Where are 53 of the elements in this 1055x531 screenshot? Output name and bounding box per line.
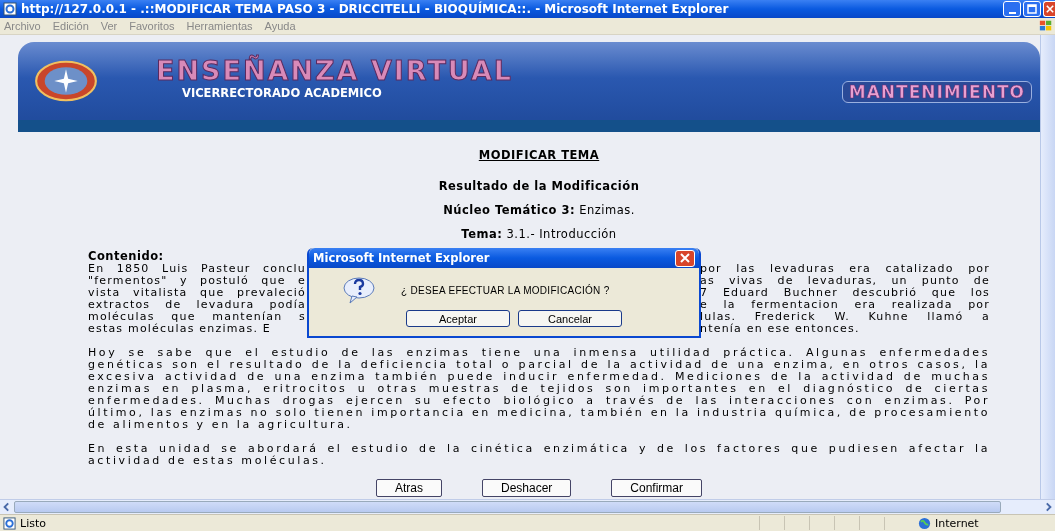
paragraph-text: lulas. Frederick W. Kuhne llamó a [700, 311, 990, 323]
form-button[interactable]: Atras [375, 479, 442, 497]
horizontal-scrollbar[interactable] [0, 499, 1055, 514]
page-heading: MODIFICAR TEMA [477, 148, 601, 162]
menu-item[interactable]: Ver [100, 20, 124, 32]
minimize-button[interactable] [1003, 1, 1021, 17]
paragraph-text: "fermentos" y postuló que e [88, 275, 306, 287]
content-label: Contenido: [88, 249, 164, 263]
menu-item[interactable]: Edición [52, 20, 95, 32]
paragraph-text: ntenía en ese entonces. [700, 323, 861, 335]
paragraph-text: moléculas que mantenían s [88, 311, 306, 323]
globe-icon [918, 516, 931, 530]
paragraph-text: extractos de levadura podía [88, 299, 306, 311]
minimize-icon [1008, 11, 1016, 14]
topic-title: Tema: 3.1.- Introducción [460, 227, 618, 241]
paragraph-text: 7 Eduard Buchner descubrió que los [700, 287, 990, 299]
paragraph-text: por las levaduras era catalizado por [700, 263, 990, 275]
dialog-title: Microsoft Internet Explorer [313, 251, 491, 265]
paragraph-text: as vivas de levaduras, un punto de [700, 275, 990, 287]
paragraph-text: e la fermentacion era realizada por [700, 299, 990, 311]
university-seal-icon [34, 59, 98, 103]
windows-logo-icon [1039, 19, 1053, 33]
paragraph-text: En 1850 Luis Pasteur conclu [88, 263, 306, 275]
close-button[interactable] [675, 249, 695, 267]
dialog-button[interactable]: Cancelar [518, 310, 622, 327]
result-title: Resultado de la Modificación [437, 179, 641, 193]
maximize-icon [1027, 4, 1037, 14]
topic-nucleus: Núcleo Temático 3: Enzimas. [442, 203, 636, 217]
paragraph-text: vista vitalista que prevaleció [88, 287, 306, 299]
window-title: http://127.0.0.1 - .::MODIFICAR TEMA PASO 3 - DRICCITELLI - BIOQUÍMICA::. - Microsoft Internet Explorer [21, 2, 730, 16]
maximize-button[interactable] [1023, 1, 1041, 17]
paragraph-text: Hoy se sabe que el estudio de las enzimas tiene una inmensa utilidad práctica. Algunas enfermedades genéticas son el resultado de la deficiencia total o parcial de la actividad de una enzima, en otros casos, la excesiva actividad de una enzima también puede inducir enfermedad. Mediciones de la actividad de muchas enzimas en plasma, eritrocitos u otras muestras de tejidos son importantes en el diagnóstico de ciertas enfermedades. Muchas drogas ejercen su efecto biológico a través de las interacciones con enzimas. Por último, las enzimas no solo tienen importancia en medicina, también en la industria química, de procesamiento de alimentos y en la agricultura. [88, 347, 990, 431]
vertical-scrollbar[interactable] [1040, 35, 1055, 499]
menu-item[interactable]: Favoritos [129, 20, 181, 32]
close-button[interactable] [1043, 1, 1055, 17]
close-icon [680, 253, 690, 263]
paragraph-text: En esta unidad se abordará el estudio de la cinética enzimática y de los factores que pudiesen afectar la actividad de estas moléculas. [88, 443, 990, 467]
menu-item[interactable]: Archivo [4, 20, 47, 32]
scroll-thumb[interactable] [14, 501, 1001, 513]
menu-item[interactable]: Herramientas [186, 20, 259, 32]
question-icon [343, 276, 375, 304]
close-icon [1045, 4, 1054, 14]
banner-title: ENSEÑANZA VIRTUAL [156, 56, 514, 86]
banner-subtitle: VICERRECTORADO ACADEMICO [182, 86, 383, 100]
section-label: MANTENIMIENTO [841, 81, 1032, 103]
dialog-button[interactable]: Aceptar [406, 310, 510, 327]
status-text: Listo [20, 516, 46, 530]
dialog-message: ¿ DESEA EFECTUAR LA MODIFICACIÓN ? [401, 284, 610, 296]
form-button[interactable]: Deshacer [482, 479, 572, 497]
menu-item[interactable]: Ayuda [264, 20, 302, 32]
form-button[interactable]: Confirmar [611, 479, 703, 497]
security-zone: Internet [935, 516, 979, 530]
paragraph-text: estas moléculas enzimas. E [88, 323, 272, 335]
